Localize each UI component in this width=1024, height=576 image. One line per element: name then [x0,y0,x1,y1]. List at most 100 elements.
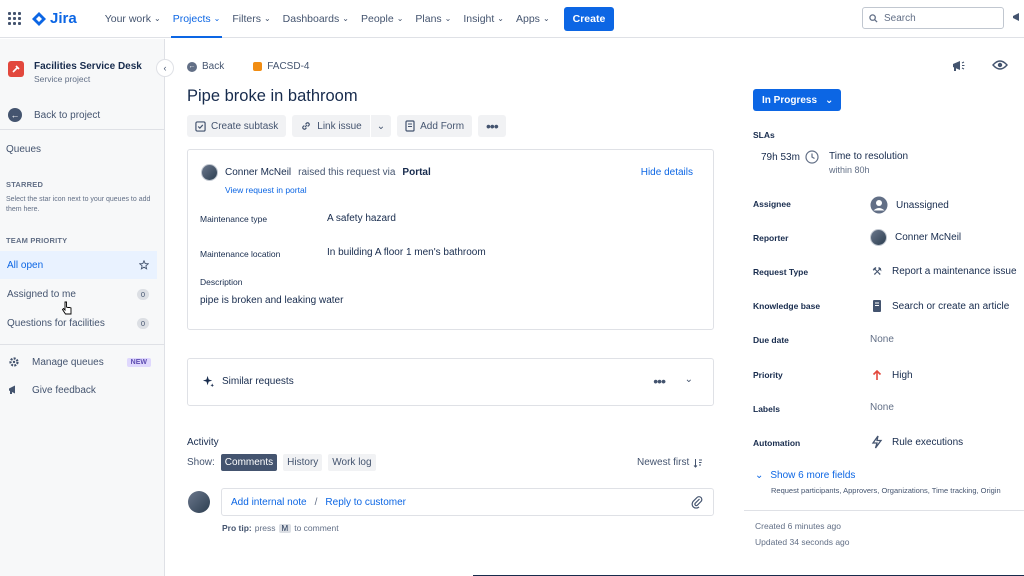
project-header[interactable]: Facilities Service Desk Service project [8,61,142,84]
give-feedback-link[interactable]: Give feedback [8,384,151,396]
priority-label: Priority [753,370,783,380]
reply-to-customer-button[interactable]: Reply to customer [325,497,406,508]
chevron-down-icon: ⌄ [263,14,271,23]
nav-plans[interactable]: Plans ⌄ [409,0,457,38]
arrow-up-icon [872,369,882,380]
create-subtask-button[interactable]: Create subtask [187,115,287,137]
eye-icon[interactable] [992,59,1008,71]
divider [0,344,165,345]
nav-projects[interactable]: Projects ⌄ [167,0,227,38]
show-label: Show: [187,457,215,468]
nav-label: People [360,12,394,25]
knowledge-base-label: Knowledge base [753,301,821,311]
reporter-value: Conner McNeil [895,232,962,243]
tab-comments[interactable]: Comments [220,454,278,471]
request-type-field[interactable]: ⚒ Report a maintenance issue [870,265,1016,278]
star-icon[interactable] [139,260,149,270]
back-link[interactable]: Back [202,61,224,72]
due-date-value[interactable]: None [870,334,894,345]
chevron-down-icon: ⌄ [542,14,550,23]
create-button[interactable]: Create [563,6,615,31]
comment-box[interactable]: Add internal note / Reply to customer [221,488,714,516]
automation-field[interactable]: Rule executions [870,435,963,449]
nav-people[interactable]: People ⌄ [355,0,409,38]
link-issue-button[interactable]: Link issue [292,115,370,137]
jira-logo[interactable]: Jira [32,10,77,27]
add-internal-note-button[interactable]: Add internal note [231,497,307,508]
labels-value[interactable]: None [870,402,894,413]
assignee-field[interactable]: Unassigned [870,196,949,214]
notifications-icon[interactable] [1012,11,1024,26]
nav-label: Dashboards [282,12,340,25]
knowledge-base-field[interactable]: Search or create an article [870,299,1009,313]
nav-filters[interactable]: Filters ⌄ [226,0,276,38]
reporter-label: Reporter [753,233,789,243]
starred-hint: Select the star icon next to your queues… [6,196,151,213]
back-to-project-link[interactable]: ← Back to project [8,108,100,122]
queue-all-open[interactable]: All open [0,251,157,279]
automation-label: Automation [753,438,801,448]
similar-requests-header: Similar requests [202,375,294,388]
more-actions-button[interactable]: ••• [478,115,506,137]
avatar [870,229,887,246]
link-issue-dropdown-button[interactable]: ⌄ [370,115,392,137]
nav-label: Plans [415,12,442,25]
sort-order-button[interactable]: Newest first [637,457,703,468]
nav-label: Insight [463,12,495,25]
nav-insight[interactable]: Insight ⌄ [457,0,510,38]
paperclip-icon[interactable] [691,495,703,509]
avatar[interactable] [201,164,218,181]
gear-icon [9,357,19,367]
hide-details-link[interactable]: Hide details [641,167,693,178]
team-priority-title: TEAM PRIORITY [6,236,68,245]
chevron-down-icon[interactable]: ⌄ [685,374,693,385]
queue-count: 0 [136,288,149,300]
tab-history[interactable]: History [283,454,323,471]
project-type: Service project [34,74,91,84]
product-name: Jira [50,10,77,27]
manage-queues-link[interactable]: Manage queues NEW [8,356,151,368]
due-date-label: Due date [753,335,789,345]
queue-count: 0 [136,317,149,329]
subtask-icon [195,120,206,132]
app-switcher-icon[interactable] [8,11,22,26]
reporter-name[interactable]: Conner McNeil [225,167,291,178]
priority-field[interactable]: High [870,368,913,382]
sort-label: Newest first [637,457,690,468]
nav-your-work[interactable]: Your work ⌄ [99,0,167,38]
nav-apps[interactable]: Apps ⌄ [510,0,556,38]
back-to-project-label: Back to project [34,109,101,121]
link-icon [302,122,311,130]
protip-rest: to comment [294,523,339,533]
field-value[interactable]: In building A floor 1 men's bathroom [327,247,486,258]
similar-requests-panel[interactable]: Similar requests ••• ⌄ [187,358,714,406]
nav-dashboards[interactable]: Dashboards ⌄ [277,0,355,38]
keyboard-key: M [278,523,292,533]
sla-target: within 80h [829,165,870,175]
user-icon [870,196,888,214]
collapse-sidebar-button[interactable]: ‹ [156,59,174,77]
arrow-left-icon[interactable]: ← [187,61,197,72]
more-icon[interactable]: ••• [653,373,666,389]
view-in-portal-link[interactable]: View request in portal [225,185,307,195]
priority-value: High [892,369,913,381]
status-dropdown[interactable]: In Progress ⌄ [753,89,841,111]
queues-title: Queues [6,144,42,155]
description-value[interactable]: pipe is broken and leaking water [200,295,343,306]
field-value[interactable]: A safety hazard [327,213,396,224]
book-icon [873,300,881,312]
queue-questions-for-facilities[interactable]: Questions for facilities 0 [0,309,157,337]
feedback-megaphone-icon[interactable] [952,59,966,73]
chevron-left-icon: ‹ [163,63,167,73]
reporter-field[interactable]: Conner McNeil [870,229,961,246]
show-more-fields-button[interactable]: ⌄ Show 6 more fields [755,470,855,481]
queue-assigned-to-me[interactable]: Assigned to me 0 [0,280,157,308]
search-input[interactable]: Search [862,7,1004,29]
automation-value: Rule executions [892,436,964,448]
add-form-button[interactable]: Add Form [397,115,473,137]
status-label: In Progress [762,94,818,106]
breadcrumb: ← Back FACSD-4 [187,61,309,72]
issue-key-link[interactable]: FACSD-4 [253,61,309,72]
tab-work-log[interactable]: Work log [328,454,376,471]
issue-title[interactable]: Pipe broke in bathroom [187,87,358,106]
